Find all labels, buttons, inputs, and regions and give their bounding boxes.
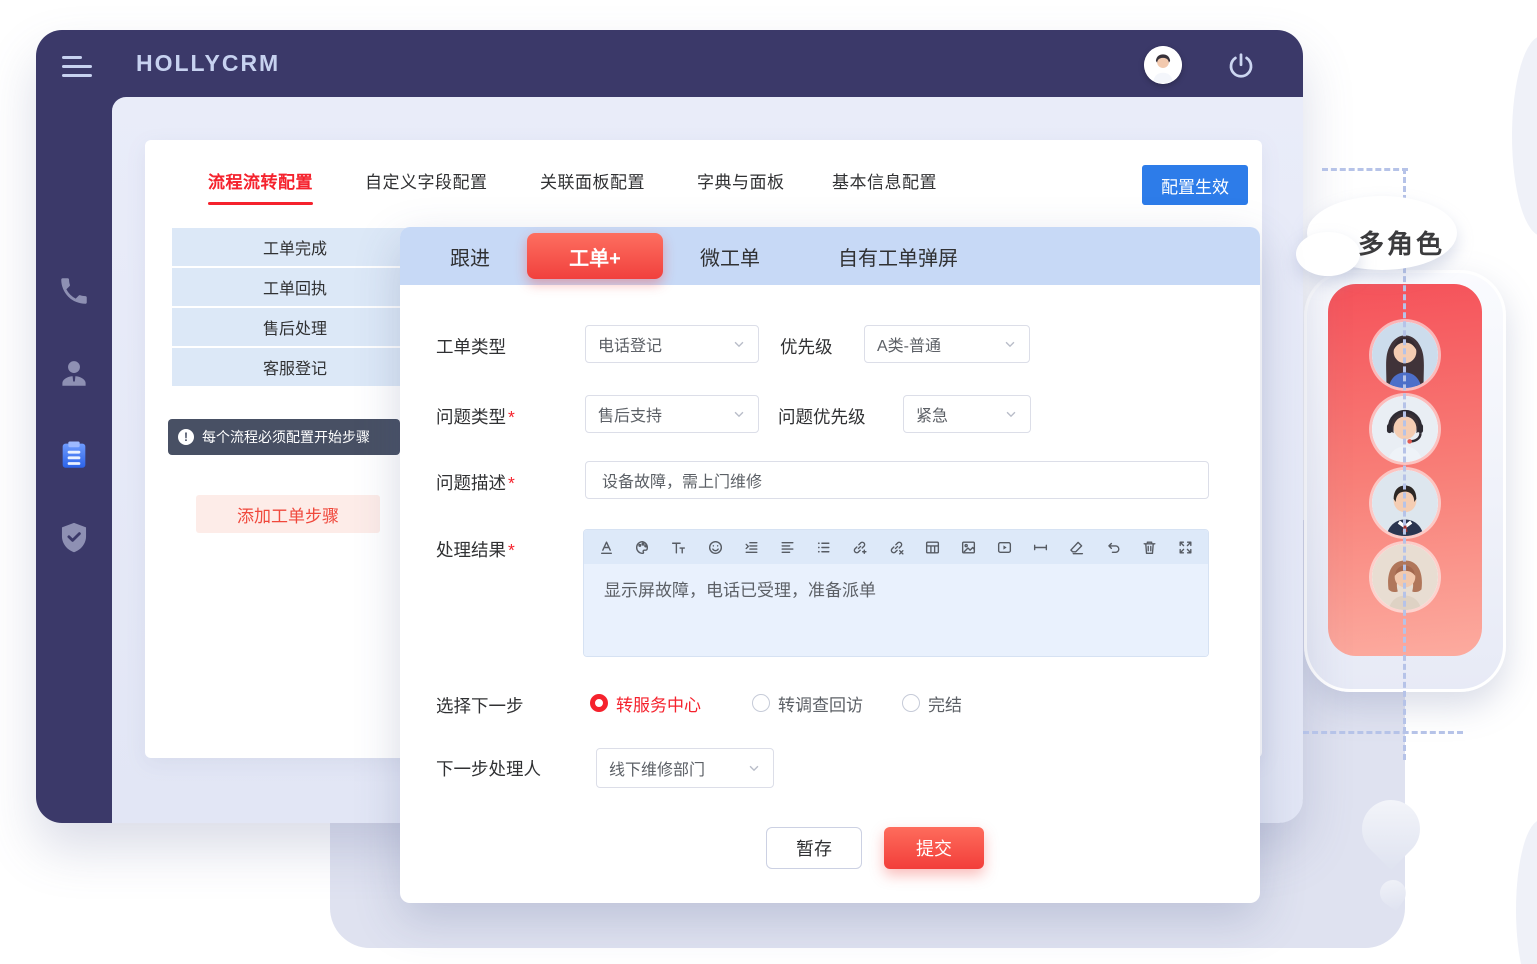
result-editor[interactable]: 显示屏故障，电话已受理，准备派单 [583,529,1209,657]
result-editor-text[interactable]: 显示屏故障，电话已受理，准备派单 [584,564,1208,656]
issue-priority-select[interactable]: 紧急 [903,395,1031,433]
emoji-icon[interactable] [707,539,724,556]
fullscreen-icon[interactable] [1177,539,1194,556]
sidebar-phone-icon[interactable] [57,274,91,308]
cloud-decoration [1296,232,1360,276]
editor-toolbar [584,530,1208,564]
dashed-line [1303,731,1463,734]
add-step-button[interactable]: 添加工单步骤 [196,495,380,533]
radio-to-service-center[interactable]: 转服务中心 [590,685,701,721]
step-item[interactable]: 工单完成 [172,228,418,266]
power-icon[interactable] [1226,51,1256,81]
multi-role-label: 多角色 [1358,224,1445,261]
side-rail [36,97,112,823]
issue-desc-input[interactable] [585,461,1209,499]
chevron-down-icon [732,407,746,421]
ticket-modal: 跟进 工单+ 微工单 自有工单弹屏 工单类型 电话登记 优先级 A类-普通 问题… [400,227,1260,903]
sidebar-tasks-icon[interactable] [57,438,91,472]
notice-tooltip: ! 每个流程必须配置开始步骤 [168,419,400,455]
tab-basic-info[interactable]: 基本信息配置 [832,168,937,193]
text-underline-icon[interactable] [598,539,615,556]
radio-unselected-icon [902,694,920,712]
image-icon[interactable] [960,539,977,556]
submit-button[interactable]: 提交 [884,827,984,869]
exclamation-icon: ! [178,429,194,445]
palette-icon[interactable] [634,539,651,556]
font-size-icon[interactable] [670,539,687,556]
video-icon[interactable] [996,539,1013,556]
priority-select[interactable]: A类-普通 [864,325,1030,363]
eraser-icon[interactable] [1068,539,1085,556]
menu-icon[interactable] [62,56,94,83]
table-icon[interactable] [924,539,941,556]
tab-follow-up[interactable]: 跟进 [450,227,490,285]
user-avatar[interactable] [1144,46,1182,84]
chevron-down-icon [732,337,746,351]
chevron-down-icon [1004,407,1018,421]
step-item[interactable]: 工单回执 [172,268,418,306]
tab-flow-config[interactable]: 流程流转配置 [208,168,313,193]
issue-priority-label: 问题优先级 [778,404,866,429]
align-left-icon[interactable] [779,539,796,556]
save-draft-button[interactable]: 暂存 [766,827,862,869]
link-remove-icon[interactable] [888,539,905,556]
dashed-line [1322,168,1408,171]
apply-config-button[interactable]: 配置生效 [1142,165,1248,205]
divider-icon[interactable] [1032,539,1049,556]
edge-decoration [1516,820,1537,964]
radio-selected-icon [590,694,608,712]
radio-finish[interactable]: 完结 [902,685,962,721]
sidebar-contacts-icon[interactable] [57,356,91,390]
edge-decoration [1512,36,1537,236]
notice-text: 每个流程必须配置开始步骤 [202,427,370,447]
trash-icon[interactable] [1141,539,1158,556]
issue-type-label: 问题类型* [436,404,515,429]
step-list: 工单完成 工单回执 售后处理 客服登记 [172,228,418,388]
link-add-icon[interactable] [851,539,868,556]
result-label: 处理结果* [436,537,515,562]
modal-tabbar: 跟进 工单+ 微工单 自有工单弹屏 [400,227,1260,285]
list-icon[interactable] [815,539,832,556]
step-item[interactable]: 售后处理 [172,308,418,346]
ticket-type-label: 工单类型 [436,334,506,359]
tab-custom-fields[interactable]: 自定义字段配置 [365,168,488,193]
indent-icon[interactable] [743,539,760,556]
next-handler-label: 下一步处理人 [436,756,541,781]
chevron-down-icon [1003,337,1017,351]
screenshot-canvas: 多角色 HOLLYCRM 流程流转配置 自定义字段配置 关联面板配置 字典与面板… [0,0,1537,964]
next-handler-select[interactable]: 线下维修部门 [596,748,774,788]
tab-own-popup[interactable]: 自有工单弹屏 [838,227,958,285]
ticket-type-select[interactable]: 电话登记 [585,325,759,363]
issue-desc-label: 问题描述* [436,470,515,495]
tab-ticket-plus[interactable]: 工单+ [527,233,663,279]
sidebar-security-icon[interactable] [57,520,91,554]
radio-unselected-icon [752,694,770,712]
tab-linked-panel[interactable]: 关联面板配置 [540,168,645,193]
next-step-options: 转服务中心 转调查回访 完结 [400,685,1260,721]
radio-to-survey[interactable]: 转调查回访 [752,685,863,721]
tab-micro-ticket[interactable]: 微工单 [700,227,760,285]
priority-label: 优先级 [780,334,833,359]
undo-icon[interactable] [1105,539,1122,556]
brand-logo: HOLLYCRM [136,50,280,77]
chevron-down-icon [747,761,761,775]
tab-dict-panel[interactable]: 字典与面板 [697,168,785,193]
issue-type-select[interactable]: 售后支持 [585,395,759,433]
step-item[interactable]: 客服登记 [172,348,418,386]
